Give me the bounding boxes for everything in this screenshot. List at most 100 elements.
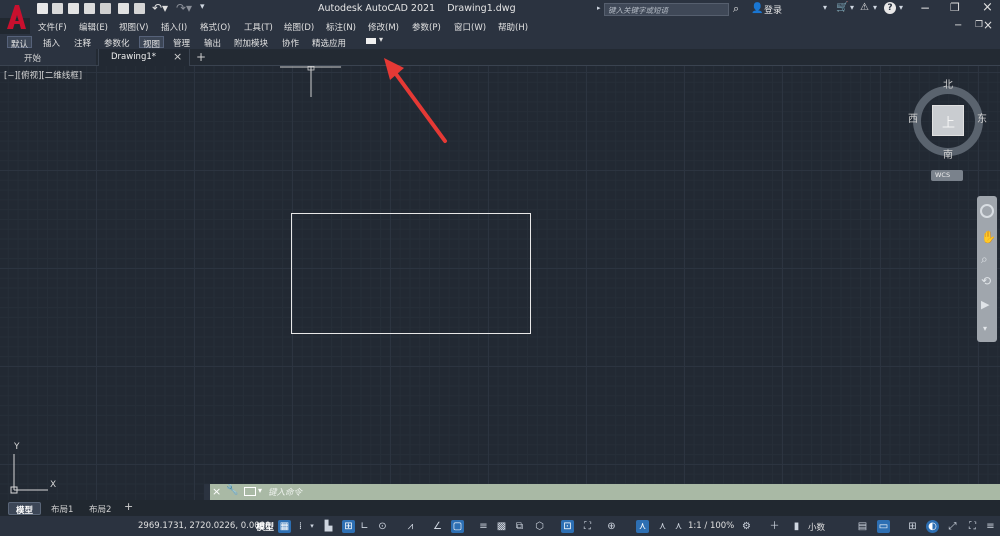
orbit-icon[interactable]: ⟲ <box>981 274 991 288</box>
quick-access-dropdown-icon[interactable]: ▾ <box>200 2 205 12</box>
menu-edit[interactable]: 编辑(E) <box>79 21 108 33</box>
menu-help[interactable]: 帮助(H) <box>498 21 528 33</box>
snap-dropdown-icon[interactable]: ▾ <box>308 520 316 533</box>
menu-file[interactable]: 文件(F) <box>38 21 67 33</box>
close-icon[interactable]: × <box>982 0 993 15</box>
maximize-icon[interactable]: ❐ <box>950 1 960 14</box>
steering-wheel-icon[interactable] <box>980 204 994 218</box>
annotation-scale-readout[interactable]: 1:1 / 100% <box>688 521 734 531</box>
compass-south[interactable]: 南 <box>943 146 953 161</box>
command-prompt-icon[interactable] <box>244 487 256 496</box>
redo-icon[interactable]: ↷▾ <box>176 1 192 15</box>
search-input[interactable]: 键入关键字或短语 <box>604 3 729 16</box>
drawn-rectangle[interactable] <box>291 213 531 334</box>
clean-screen-icon[interactable]: ⤢ <box>946 520 959 533</box>
doc-tab-start[interactable]: 开始 <box>0 49 96 65</box>
3d-osnap-icon[interactable]: ⬡ <box>533 520 546 533</box>
menu-format[interactable]: 格式(O) <box>200 21 230 33</box>
command-close-icon[interactable]: × <box>212 485 221 498</box>
open-folder-icon[interactable] <box>52 3 63 14</box>
infer-constraints-icon[interactable]: ▙ <box>322 520 335 533</box>
menu-parametric[interactable]: 参数(P) <box>412 21 441 33</box>
ribbon-tab-addins[interactable]: 附加模块 <box>231 36 271 49</box>
menu-window[interactable]: 窗口(W) <box>454 21 486 33</box>
selection-filter-icon[interactable]: ⛶ <box>581 520 594 533</box>
menu-insert[interactable]: 插入(I) <box>161 21 187 33</box>
ribbon-tab-parametric[interactable]: 参数化 <box>101 36 133 49</box>
drawing-canvas[interactable]: [−][俯视][二维线框] 北 南 东 西 上 WCS ✋ ⌕ ⟲ ▶ ▾ Y <box>0 58 1000 500</box>
user-icon[interactable]: 👤 <box>751 3 763 14</box>
menu-draw[interactable]: 绘图(D) <box>284 21 314 33</box>
help-dropdown-icon[interactable]: ▾ <box>899 3 903 12</box>
polar-tracking-icon[interactable]: ⊙ <box>376 520 389 533</box>
cart-icon[interactable]: 🛒 <box>836 2 848 13</box>
save-as-icon[interactable] <box>84 3 95 14</box>
ribbon-tab-view[interactable]: 视图 <box>139 36 165 50</box>
ortho-icon[interactable]: ∟ <box>358 520 371 533</box>
gizmo-icon[interactable]: ⊕ <box>605 520 618 533</box>
units-readout[interactable]: 小数 <box>808 521 825 533</box>
ribbon-tab-insert[interactable]: 插入 <box>40 36 63 49</box>
fullscreen-icon[interactable]: ⛶ <box>966 520 979 533</box>
workspace-gear-icon[interactable]: ⚙ <box>740 520 753 533</box>
ribbon-tab-output[interactable]: 输出 <box>201 36 224 49</box>
zoom-icon[interactable]: ⌕ <box>981 252 988 267</box>
cart-dropdown-icon[interactable]: ▾ <box>850 3 854 12</box>
ribbon-tab-default[interactable]: 默认 <box>7 36 33 50</box>
layout-tab-model[interactable]: 模型 <box>8 502 42 516</box>
ribbon-tab-manage[interactable]: 管理 <box>170 36 193 49</box>
command-customize-icon[interactable]: 🔧 <box>226 485 238 496</box>
annotation-visibility-icon[interactable]: ⋏ <box>636 520 649 533</box>
command-prompt-dropdown-icon[interactable]: ▾ <box>258 486 262 495</box>
units-icon[interactable]: ▮ <box>790 520 803 533</box>
compass-north[interactable]: 北 <box>943 76 953 91</box>
undo-icon[interactable]: ↶▾ <box>152 1 168 15</box>
doc-tab-add-icon[interactable]: + <box>196 50 206 64</box>
new-file-icon[interactable] <box>37 3 48 14</box>
object-snap-icon[interactable]: ▢ <box>451 520 464 533</box>
ribbon-tab-annotate[interactable]: 注释 <box>71 36 94 49</box>
signal-icon[interactable]: ⚠ <box>860 2 869 13</box>
auto-scale-icon[interactable]: ⋏ <box>656 520 669 533</box>
compass-west[interactable]: 西 <box>908 110 918 125</box>
save-icon[interactable] <box>68 3 79 14</box>
login-button[interactable]: 登录 <box>764 3 782 16</box>
customization-menu-icon[interactable]: ≡ <box>984 520 997 533</box>
minimize-icon[interactable]: − <box>920 1 930 15</box>
command-grip[interactable] <box>204 484 210 500</box>
viewcube-top-face[interactable]: 上 <box>932 105 964 136</box>
signal-dropdown-icon[interactable]: ▾ <box>873 3 877 12</box>
viewport-controls-label[interactable]: [−][俯视][二维线框] <box>4 69 82 81</box>
model-space-button[interactable]: 模型 <box>256 520 274 533</box>
lineweight-icon[interactable]: ≡ <box>477 520 490 533</box>
plot-icon[interactable] <box>118 3 129 14</box>
print-icon[interactable] <box>134 3 145 14</box>
dynamic-input-icon[interactable]: ⊞ <box>342 520 355 533</box>
nav-bar-menu-icon[interactable]: ▾ <box>983 324 987 333</box>
viewcube[interactable]: 北 南 东 西 上 WCS <box>906 74 990 181</box>
dynamic-ucs-icon[interactable]: ⊡ <box>561 520 574 533</box>
annotation-scale-icon[interactable]: ⋏ <box>672 520 685 533</box>
annotation-monitor-icon[interactable]: ＋ <box>768 520 781 533</box>
mdi-minimize-icon[interactable]: − <box>954 20 962 31</box>
isolate-objects-icon[interactable]: ⊞ <box>906 520 919 533</box>
command-input[interactable]: 键入命令 <box>266 484 1000 500</box>
grid-icon[interactable]: ▦ <box>278 520 291 533</box>
object-snap-tracking-icon[interactable]: ∠ <box>431 520 444 533</box>
ucs-icon[interactable]: Y X <box>8 440 63 496</box>
menu-modify[interactable]: 修改(M) <box>368 21 399 33</box>
layout-tab-layout2[interactable]: 布局2 <box>82 502 118 515</box>
search-icon[interactable]: ⌕ <box>733 2 739 16</box>
doc-tab-drawing[interactable]: Drawing1* × <box>98 49 190 66</box>
selection-cycling-icon[interactable]: ⧉ <box>513 520 526 533</box>
compass-east[interactable]: 东 <box>977 110 987 125</box>
autocad-logo[interactable] <box>4 3 28 31</box>
help-icon[interactable]: ? <box>884 2 896 14</box>
mdi-close-icon[interactable]: × <box>983 18 993 32</box>
mdi-restore-icon[interactable]: ❐ <box>975 20 983 30</box>
coordinates-readout[interactable]: 2969.1731, 2720.0226, 0.0000 <box>138 521 270 531</box>
pan-icon[interactable]: ✋ <box>981 230 996 244</box>
transparency-icon[interactable]: ▩ <box>495 520 508 533</box>
layout-add-icon[interactable]: + <box>124 500 133 513</box>
ribbon-minimize-button[interactable]: ▾ <box>366 35 388 46</box>
